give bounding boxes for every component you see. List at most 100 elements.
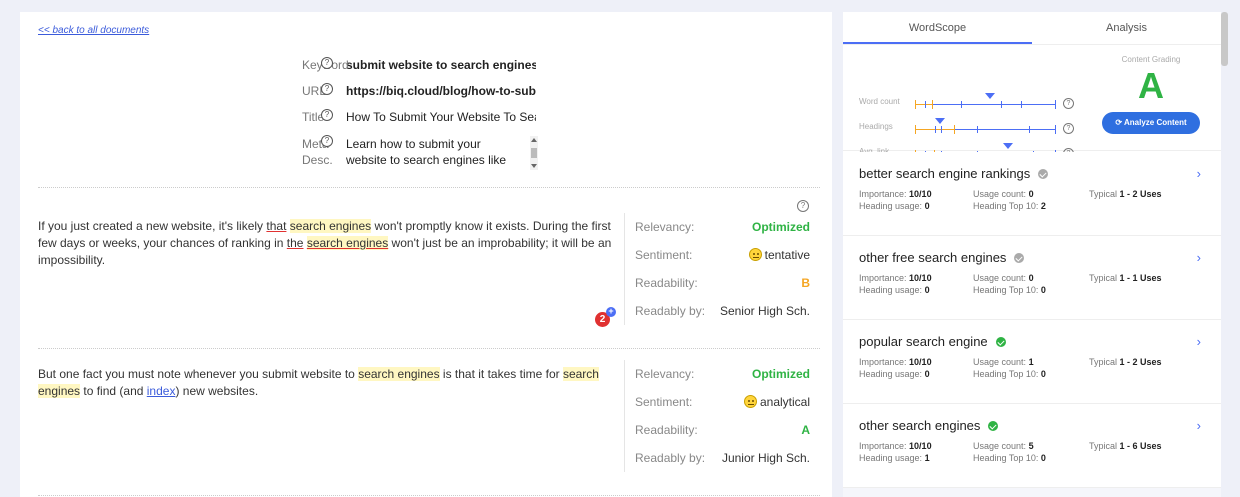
meta-desc-label: Meta Desc.? [302, 135, 333, 167]
chevron-right-icon[interactable]: › [1197, 166, 1201, 181]
check-icon [988, 420, 999, 431]
keyword-title: other search engines [859, 418, 981, 433]
plus-icon[interactable]: + [606, 307, 616, 317]
keyword-stats: Importance: 10/10 Usage count: 1 Typical… [859, 357, 1162, 379]
meta-fields: Keyword? submit website to search engine… [302, 52, 542, 180]
paragraph-1[interactable]: If you just created a new website, it's … [38, 218, 618, 269]
scroll-up-icon[interactable] [531, 138, 537, 142]
tab-analysis[interactable]: Analysis [1032, 12, 1221, 44]
readability-row: Readability: B [635, 276, 810, 290]
relevancy-value: Optimized [751, 367, 810, 381]
keyword-title: better search engine rankings [859, 166, 1031, 181]
relevancy-value: Optimized [751, 220, 810, 234]
help-icon[interactable]: ? [321, 135, 333, 147]
gauge-line [915, 93, 1056, 109]
readably-value: Senior High Sch. [719, 304, 810, 318]
check-icon [1038, 168, 1049, 179]
meta-desc-scrollbar[interactable] [530, 136, 538, 170]
paragraph-2[interactable]: But one fact you must note whenever you … [38, 366, 618, 400]
keyword-card[interactable]: other search engines › Importance: 10/10… [843, 404, 1221, 488]
wordscope-sidebar: WordScope Analysis Word count ? Headings [843, 12, 1221, 497]
gauge-tick [1029, 126, 1030, 133]
keyword-card[interactable]: better search engine rankings › Importan… [843, 152, 1221, 236]
title-value[interactable]: How To Submit Your Website To Sea [346, 110, 536, 124]
keyword-highlight: search engines [306, 236, 389, 250]
check-icon [995, 336, 1006, 347]
keyword-stats: Importance: 10/10 Usage count: 0 Typical… [859, 273, 1162, 295]
readability-row: Readability: A [635, 423, 810, 437]
chevron-right-icon[interactable]: › [1197, 418, 1201, 433]
help-icon[interactable]: ? [1063, 123, 1074, 134]
relevancy-row: Relevancy: Optimized [635, 220, 810, 234]
grade-value: A [1138, 65, 1164, 106]
help-icon[interactable]: ? [1063, 98, 1074, 109]
editor-panel: << back to all documents Keyword? submit… [20, 12, 832, 497]
gauge-tick [961, 101, 962, 108]
meta-desc-row: Meta Desc.? Learn how to submit your web… [302, 135, 542, 180]
sidebar-tabs: WordScope Analysis [843, 12, 1221, 45]
url-row: URL? https://biq.cloud/blog/how-to-submi [302, 78, 542, 104]
keyword-highlight: search engines [289, 219, 372, 233]
sentiment-row: Sentiment: analytical [635, 395, 810, 409]
keyword-list: better search engine rankings › Importan… [843, 152, 1221, 497]
divider [38, 495, 820, 496]
keyword-label: Keyword? [302, 57, 349, 72]
relevancy-row: Relevancy: Optimized [635, 367, 810, 381]
index-link[interactable]: index [147, 384, 176, 398]
readability-value: B [801, 276, 810, 290]
gauge-tick [941, 126, 942, 133]
help-icon[interactable]: ? [321, 57, 333, 69]
keyword-row: Keyword? submit website to search engine… [302, 52, 542, 78]
paragraph-1-stats: Relevancy: Optimized Sentiment: tentative … [624, 213, 810, 325]
headings-gauge: Headings ? [859, 118, 1079, 136]
tab-wordscope[interactable]: WordScope [843, 12, 1032, 44]
keyword-title: other free search engines [859, 250, 1007, 265]
content-graph: Word count ? Headings ? Content Grading … [843, 45, 1221, 159]
keyword-stats: Importance: 10/10 Usage count: 0 Typical… [859, 189, 1162, 211]
gauge-marker [1003, 143, 1013, 149]
meta-desc-value[interactable]: Learn how to submit your website to sear… [346, 136, 524, 170]
emoji-face-icon [748, 248, 762, 261]
sentiment-value: tentative [764, 248, 810, 262]
content-grading: Content Grading A ⟳ Analyze Content [1095, 55, 1207, 134]
analyze-content-button[interactable]: ⟳ Analyze Content [1102, 112, 1200, 134]
gauge-tick [1021, 101, 1022, 108]
readably-value: Junior High Sch. [721, 451, 810, 465]
back-to-documents-link[interactable]: << back to all documents [38, 25, 149, 36]
title-label: Title? [302, 109, 346, 124]
scroll-thumb[interactable] [531, 148, 537, 158]
flagged-word[interactable]: that [266, 219, 286, 233]
keyword-card[interactable]: other free search engines › Importance: … [843, 236, 1221, 320]
keyword-stats: Importance: 10/10 Usage count: 5 Typical… [859, 441, 1162, 463]
gauge-marker [935, 118, 945, 124]
chevron-right-icon[interactable]: › [1197, 250, 1201, 265]
flagged-word[interactable]: the [287, 236, 304, 250]
url-value[interactable]: https://biq.cloud/blog/how-to-submi [346, 84, 536, 98]
word-count-gauge: Word count ? [859, 93, 1079, 111]
gauge-tick [925, 101, 926, 108]
gauge-tick [1001, 101, 1002, 108]
gauge-marker [985, 93, 995, 99]
divider [38, 348, 820, 349]
keyword-highlight: search engines [358, 367, 440, 381]
keyword-card[interactable]: popular search engine › Importance: 10/1… [843, 320, 1221, 404]
sentiment-row: Sentiment: tentative [635, 248, 810, 262]
suggestion-count-badge[interactable]: 2 + [595, 307, 616, 327]
readability-value: A [801, 423, 810, 437]
readably-row: Readably by: Junior High Sch. [635, 451, 810, 465]
refresh-icon: ⟳ [1115, 118, 1124, 127]
scroll-down-icon[interactable] [531, 164, 537, 168]
chevron-right-icon[interactable]: › [1197, 334, 1201, 349]
gauge-tick [935, 126, 936, 133]
emoji-face-icon [743, 395, 757, 408]
help-icon[interactable]: ? [321, 83, 333, 95]
divider [38, 187, 820, 188]
help-icon[interactable]: ? [797, 200, 809, 212]
paragraph-2-stats: Relevancy: Optimized Sentiment: analytical… [624, 360, 810, 472]
keyword-value[interactable]: submit website to search engines [346, 58, 536, 72]
sidebar-scrollbar[interactable] [1221, 12, 1228, 66]
help-icon[interactable]: ? [321, 109, 333, 121]
check-icon [1014, 252, 1025, 263]
keyword-title: popular search engine [859, 334, 988, 349]
readably-row: Readably by: Senior High Sch. [635, 304, 810, 318]
